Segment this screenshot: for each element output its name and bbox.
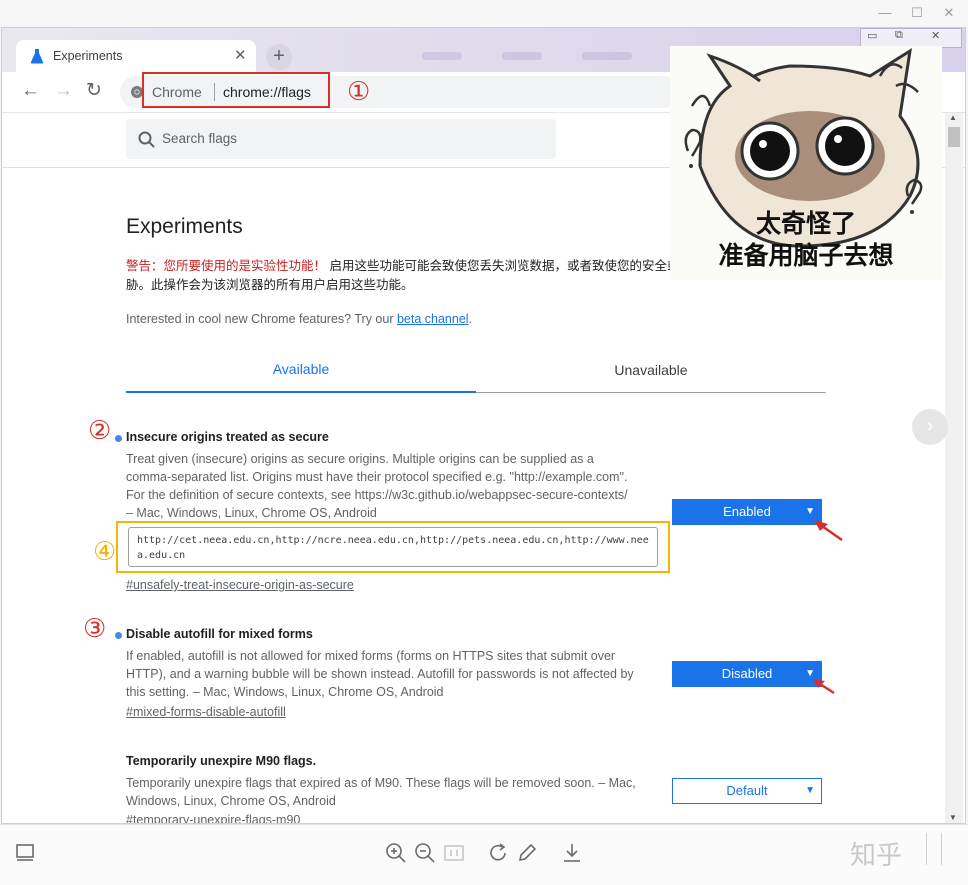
annotation-number-3: ③ [83, 613, 107, 643]
red-arrow-icon [813, 679, 835, 695]
flag-desc-line: If enabled, autofill is not allowed for … [126, 649, 616, 663]
address-bar[interactable]: Chrome chrome://flags [120, 72, 680, 108]
zoom-out-icon[interactable] [413, 841, 437, 865]
watermark-mark [926, 833, 942, 865]
page-title: Experiments [126, 215, 243, 238]
search-input[interactable]: Search flags [162, 131, 237, 146]
warning-text: 警告：您所要使用的是实验性功能！ 启用这些功能可能会致使您丢失浏览数据，或者致使… [126, 257, 686, 295]
warning-rest: 启用这些功能可能会致使您丢失浏览数据，或者致使您的安全或隐私受到威 [329, 259, 686, 273]
flag-desc-line: For the definition of secure contexts, s… [126, 488, 628, 502]
page-scrollbar[interactable]: ▲ ▼ [945, 113, 963, 823]
sticker-line-2: 准备用脑子去想 [718, 241, 894, 270]
close-small-icon[interactable]: ✕ [931, 29, 940, 42]
chevron-down-icon: ▼ [805, 785, 815, 796]
tab-underline [476, 392, 826, 393]
back-icon[interactable]: ← [21, 80, 40, 102]
flag-select-disabled[interactable]: Disabled ▼ [672, 661, 822, 687]
flag-desc-line: Windows, Linux, Chrome OS, Android [126, 794, 336, 808]
rotate-icon[interactable] [486, 841, 510, 865]
address-divider [214, 83, 215, 101]
flag-title: Insecure origins treated as secure [126, 430, 329, 444]
flag-title: Temporarily unexpire M90 flags. [126, 754, 317, 768]
flag-desc-line: Treat given (insecure) origins as secure… [126, 452, 594, 466]
select-value: Disabled [721, 666, 773, 681]
flag-select-enabled[interactable]: Enabled ▼ [672, 499, 822, 525]
modified-dot [115, 435, 122, 442]
tab-unavailable-label: Unavailable [614, 362, 688, 378]
zoom-in-icon[interactable] [384, 841, 408, 865]
zhihu-watermark: 知乎 [850, 841, 903, 871]
address-scheme-label: Chrome [152, 84, 202, 100]
search-icon [138, 131, 155, 148]
flag-anchor-link[interactable]: #unsafely-treat-insecure-origin-as-secur… [126, 578, 354, 592]
flag-desc-line: comma-separated list. Origins must have … [126, 470, 628, 484]
minimize-icon[interactable]: — [870, 2, 900, 24]
reload-icon[interactable]: ↻ [86, 79, 102, 102]
faded-toolbar-icons [422, 50, 652, 64]
new-tab-button[interactable]: + [266, 44, 292, 70]
download-icon[interactable] [560, 841, 584, 865]
tab-unavailable[interactable]: Unavailable [476, 345, 826, 393]
sticker-image: 太奇怪了 准备用脑子去想 [670, 46, 942, 280]
sticker-line-1: 太奇怪了 [755, 209, 856, 238]
next-image-button[interactable]: › [912, 409, 948, 445]
tab-close-icon[interactable]: ✕ [234, 46, 247, 64]
viewer-bottom-toolbar: 知乎 [0, 824, 968, 885]
flag-description: Treat given (insecure) origins as secure… [126, 450, 666, 522]
actual-size-icon[interactable] [442, 841, 466, 865]
forward-icon[interactable]: → [54, 80, 73, 102]
modified-dot [115, 632, 122, 639]
select-value: Enabled [723, 504, 771, 519]
browser-screenshot: Experiments ✕ + ▭ ⧉ ✕ ← → ↻ Chrome chrom [1, 27, 966, 824]
origins-textarea[interactable]: http://cet.neea.edu.cn,http://ncre.neea.… [128, 527, 658, 567]
flag-description: If enabled, autofill is not allowed for … [126, 647, 666, 701]
interest-line: Interested in cool new Chrome features? … [126, 312, 472, 326]
scroll-up-icon[interactable]: ▲ [949, 113, 957, 122]
flag-desc-line: HTTP), and a warning bubble will be show… [126, 667, 634, 681]
interest-text: Interested in cool new Chrome features? … [126, 312, 397, 326]
warning-line2: 胁。此操作会为该浏览器的所有用户启用这些功能。 [126, 278, 414, 292]
interest-end: . [468, 312, 473, 326]
maximize-icon[interactable]: ☐ [902, 2, 932, 24]
window-controls-box: ▭ ⧉ ✕ [860, 28, 962, 48]
flag-title: Disable autofill for mixed forms [126, 627, 313, 641]
select-value: Default [726, 783, 768, 798]
red-arrow-icon [814, 520, 843, 542]
thumbnail-icon[interactable] [14, 841, 38, 865]
search-flags-box[interactable]: Search flags [126, 119, 556, 159]
close-icon[interactable]: ✕ [934, 2, 964, 24]
scroll-thumb[interactable] [948, 127, 960, 147]
restore-small-icon[interactable]: ⧉ [895, 29, 903, 42]
annotation-number-4: ④ [93, 536, 117, 566]
flag-description: Temporarily unexpire flags that expired … [126, 774, 666, 810]
beta-channel-link[interactable]: beta channel [397, 312, 469, 326]
flag-anchor-link[interactable]: #mixed-forms-disable-autofill [126, 705, 286, 719]
tab-title: Experiments [53, 49, 123, 63]
flag-desc-line: this setting. – Mac, Windows, Linux, Chr… [126, 685, 444, 699]
minimize-small-icon[interactable]: ▭ [867, 29, 877, 42]
tab-experiments[interactable]: Experiments ✕ [16, 40, 256, 72]
viewer-titlebar: — ☐ ✕ [0, 0, 968, 26]
annotation-number-1: ① [347, 76, 371, 106]
warning-red: 警告：您所要使用的是实验性功能！ [126, 259, 327, 273]
tab-active-indicator [126, 391, 476, 393]
flag-desc-line: Temporarily unexpire flags that expired … [126, 776, 636, 790]
flag-anchor-link[interactable]: #temporary-unexpire-flags-m90 [126, 813, 300, 823]
flag-desc-line: – Mac, Windows, Linux, Chrome OS, Androi… [126, 506, 377, 520]
annotation-number-2: ② [88, 415, 112, 445]
sticker-caption: 太奇怪了 准备用脑子去想 [670, 208, 942, 272]
flag-select-default[interactable]: Default ▼ [672, 778, 822, 804]
scroll-down-icon[interactable]: ▼ [949, 813, 957, 822]
edit-pencil-icon[interactable] [515, 841, 539, 865]
flask-icon [30, 49, 44, 64]
tab-available[interactable]: Available [126, 345, 476, 393]
address-url: chrome://flags [223, 84, 311, 100]
tab-available-label: Available [272, 361, 330, 377]
